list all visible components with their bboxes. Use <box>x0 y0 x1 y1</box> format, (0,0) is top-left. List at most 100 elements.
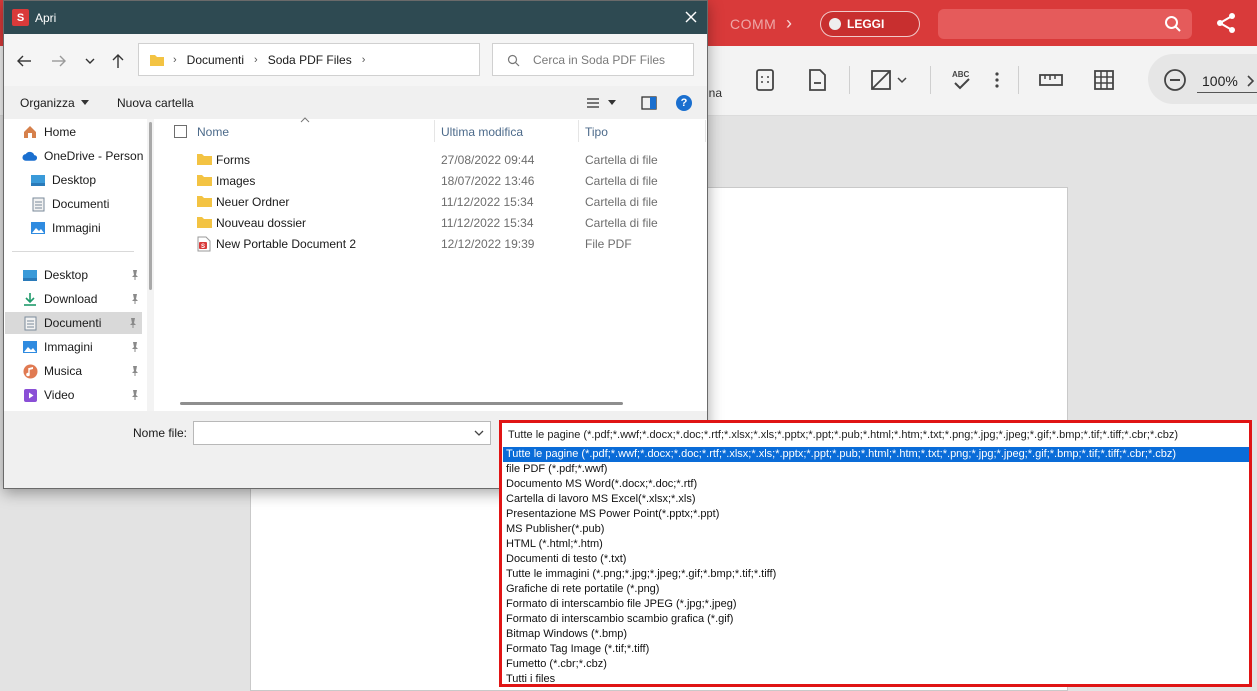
file-row[interactable]: S New Portable Document 2 12/12/2022 19:… <box>162 234 707 255</box>
no-annotation-icon[interactable] <box>870 68 910 92</box>
file-name: Neuer Ordner <box>216 195 290 209</box>
pin-icon <box>132 390 138 400</box>
page-layout-icon[interactable] <box>755 68 775 92</box>
chevron-right-icon: › <box>254 53 258 66</box>
grid-icon[interactable] <box>1092 68 1116 92</box>
file-type-option[interactable]: HTML (*.html;*.htm) <box>503 537 1249 552</box>
file-type: Cartella di file <box>585 216 658 230</box>
back-button[interactable] <box>14 52 34 70</box>
ruler-icon[interactable] <box>1038 68 1064 92</box>
nav-item-label: Documenti <box>52 197 110 211</box>
zoom-level[interactable]: 100% <box>1202 73 1238 89</box>
nav-item-music[interactable]: Musica <box>22 360 144 382</box>
pin-icon <box>132 270 138 280</box>
pin-icon <box>130 318 136 328</box>
file-type-option[interactable]: MS Publisher(*.pub) <box>503 522 1249 537</box>
close-icon[interactable] <box>683 9 699 25</box>
search-input[interactable]: Cerca in Soda PDF Files <box>492 43 694 76</box>
search-placeholder: Cerca in Soda PDF Files <box>533 53 666 67</box>
toolbar-divider <box>930 66 931 94</box>
preview-pane-icon[interactable] <box>641 96 657 110</box>
new-folder-button[interactable]: Nuova cartella <box>117 96 194 110</box>
file-row[interactable]: Images 18/07/2022 13:46 Cartella di file <box>162 171 707 192</box>
zoom-out-icon[interactable] <box>1163 68 1187 92</box>
nav-item-home[interactable]: Home <box>22 121 160 143</box>
filename-input[interactable] <box>193 421 491 445</box>
file-type-option[interactable]: Fumetto (*.cbr;*.cbz) <box>503 657 1249 672</box>
page-icon[interactable] <box>807 68 827 92</box>
file-modified: 11/12/2022 15:34 <box>441 195 534 209</box>
file-type-option[interactable]: file PDF (*.pdf;*.wwf) <box>503 462 1249 477</box>
file-type: Cartella di file <box>585 153 658 167</box>
file-row[interactable]: Forms 27/08/2022 09:44 Cartella di file <box>162 150 707 171</box>
nav-item-desktop-pinned[interactable]: Desktop <box>22 264 144 286</box>
column-header-type[interactable]: Tipo <box>585 125 608 139</box>
folder-icon <box>197 154 212 165</box>
read-mode-toggle[interactable]: LEGGI <box>820 11 920 37</box>
file-type-option[interactable]: Documenti di testo (*.txt) <box>503 552 1249 567</box>
file-type-option[interactable]: Tutte le immagini (*.png;*.jpg;*.jpeg;*.… <box>503 567 1249 582</box>
folder-icon <box>197 217 212 228</box>
search-icon <box>1165 16 1181 32</box>
horizontal-scrollbar[interactable] <box>180 402 623 405</box>
nav-item-onedrive[interactable]: OneDrive - Person <box>22 145 160 167</box>
list-view-icon <box>587 98 599 108</box>
nav-item-label: Immagini <box>44 340 93 354</box>
share-icon[interactable] <box>1215 12 1237 34</box>
search-icon <box>507 54 520 67</box>
file-type-current[interactable]: Tutte le pagine (*.pdf;*.wwf;*.docx;*.do… <box>505 426 1249 444</box>
file-modified: 18/07/2022 13:46 <box>441 174 535 188</box>
nav-item-images-pinned[interactable]: Immagini <box>22 336 144 358</box>
app-search-input[interactable] <box>938 9 1192 39</box>
more-options-icon[interactable] <box>993 68 1001 92</box>
chevron-down-icon[interactable] <box>474 430 484 437</box>
spellcheck-icon[interactable]: ABC <box>950 68 974 92</box>
file-type-option[interactable]: Formato di interscambio scambio grafica … <box>503 612 1249 627</box>
caret-down-icon <box>608 100 616 105</box>
forward-button[interactable] <box>49 52 69 70</box>
address-bar[interactable]: › Documenti › Soda PDF Files › <box>138 43 605 76</box>
column-header-name[interactable]: Nome <box>197 125 229 139</box>
file-type-option[interactable]: Formato Tag Image (*.tif;*.tiff) <box>503 642 1249 657</box>
document-icon <box>22 315 38 331</box>
nav-scrollbar[interactable] <box>149 122 152 290</box>
file-row[interactable]: Nouveau dossier 11/12/2022 15:34 Cartell… <box>162 213 707 234</box>
chevron-right-icon: › <box>786 13 792 33</box>
recent-locations-button[interactable] <box>80 52 100 70</box>
chevron-right-icon[interactable] <box>1246 74 1256 88</box>
document-icon <box>30 196 46 212</box>
breadcrumb-item[interactable]: Documenti <box>187 53 244 67</box>
file-type-option[interactable]: Tutti i files <box>503 672 1249 684</box>
breadcrumb-item[interactable]: Soda PDF Files <box>268 53 352 67</box>
file-type-option[interactable]: Tutte le pagine (*.pdf;*.wwf;*.docx;*.do… <box>503 447 1249 462</box>
nav-item-documents-pinned[interactable]: Documenti <box>5 312 142 334</box>
view-options-button[interactable] <box>586 97 616 109</box>
arrow-right-icon <box>52 55 66 67</box>
file-row[interactable]: Neuer Ordner 11/12/2022 15:34 Cartella d… <box>162 192 707 213</box>
file-type-option[interactable]: Presentazione MS Power Point(*.pptx;*.pp… <box>503 507 1249 522</box>
file-type-dropdown[interactable]: Tutte le pagine (*.pdf;*.wwf;*.docx;*.do… <box>499 420 1252 687</box>
column-divider <box>434 120 435 142</box>
soda-pdf-logo-icon: S <box>12 9 29 26</box>
file-name: Images <box>216 174 256 188</box>
nav-item-label: Musica <box>44 364 83 378</box>
file-type-option[interactable]: Bitmap Windows (*.bmp) <box>503 627 1249 642</box>
up-button[interactable] <box>108 52 128 70</box>
svg-text:ABC: ABC <box>952 70 970 79</box>
comment-tab-label[interactable]: COMM <box>730 16 776 32</box>
nav-item-video[interactable]: Video <box>22 384 144 406</box>
chevron-right-icon: › <box>173 53 177 66</box>
dialog-title-bar: S Apri <box>4 1 707 35</box>
image-icon <box>30 220 46 236</box>
column-header-modified[interactable]: Ultima modifica <box>441 125 523 139</box>
file-modified: 12/12/2022 19:39 <box>441 237 535 251</box>
file-type-option[interactable]: Formato di interscambio file JPEG (*.jpg… <box>503 597 1249 612</box>
file-type-option[interactable]: Grafiche di rete portatile (*.png) <box>503 582 1249 597</box>
home-icon <box>22 124 38 140</box>
nav-item-download[interactable]: Download <box>22 288 144 310</box>
select-all-checkbox[interactable] <box>174 125 187 138</box>
organize-menu[interactable]: Organizza <box>20 96 89 110</box>
file-type-option[interactable]: Cartella di lavoro MS Excel(*.xlsx;*.xls… <box>503 492 1249 507</box>
file-type-option[interactable]: Documento MS Word(*.docx;*.doc;*.rtf) <box>503 477 1249 492</box>
help-button[interactable]: ? <box>676 95 692 111</box>
